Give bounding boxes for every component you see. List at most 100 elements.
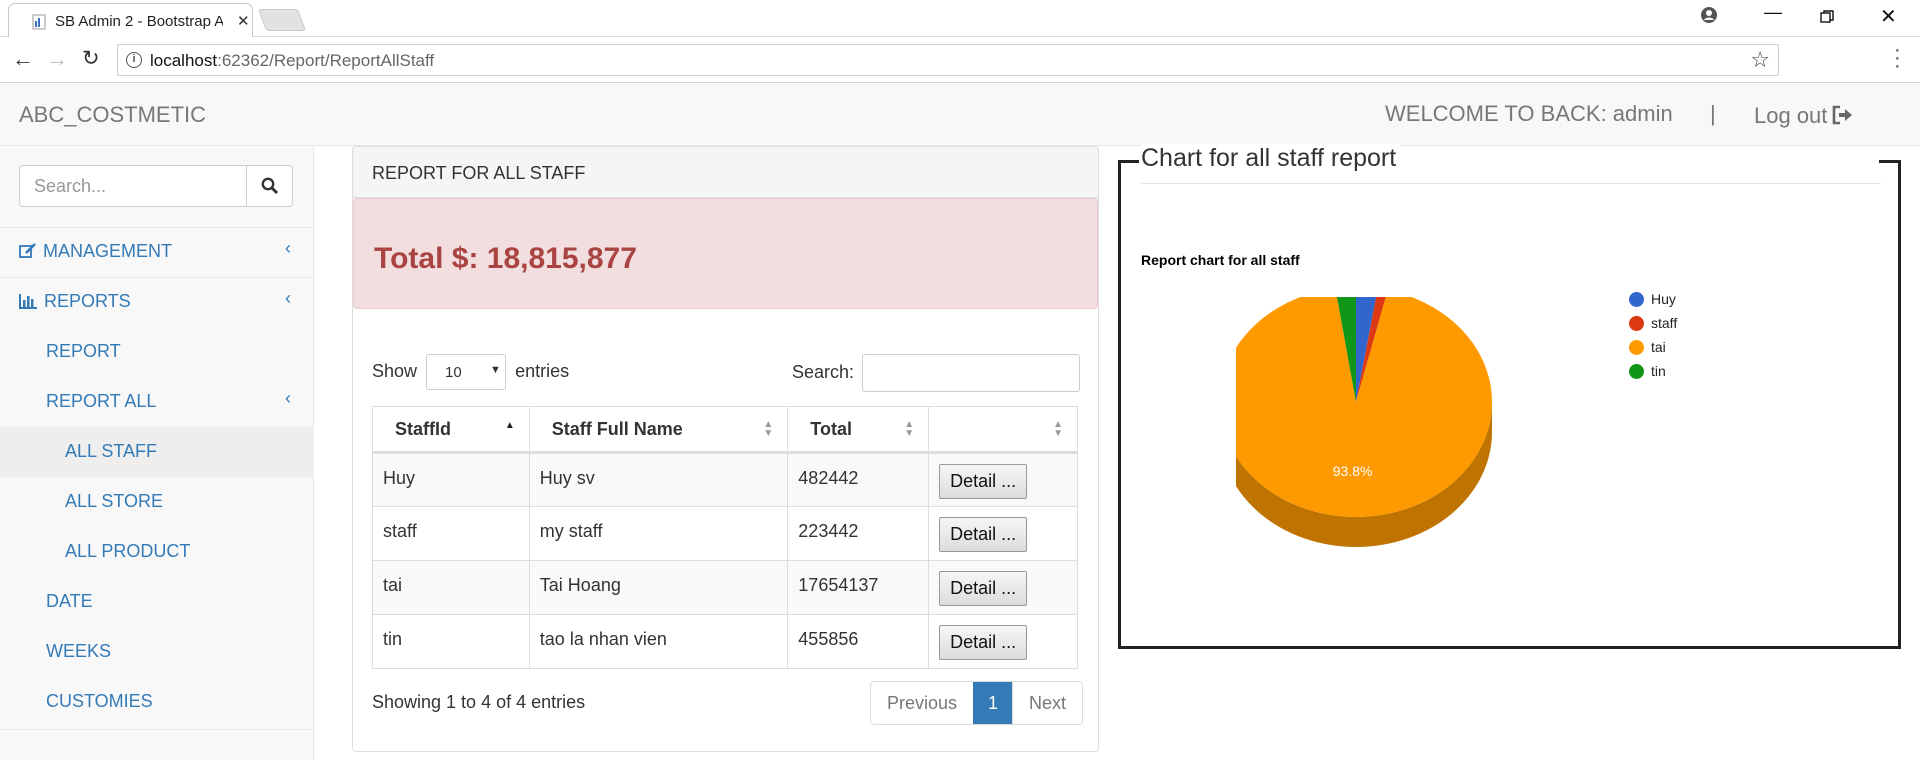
sidebar-item-report[interactable]: REPORT <box>0 327 314 377</box>
chart-section-title: Chart for all staff report <box>1141 144 1401 173</box>
chart-fieldset: Chart for all staff report Report chart … <box>1118 144 1901 649</box>
forward-icon[interactable]: → <box>46 46 68 72</box>
browser-tab-strip: SB Admin 2 - Bootstrap A ✕ — ✕ <box>0 0 1920 37</box>
entries-select[interactable]: 10 ▼ <box>426 354 507 390</box>
navbar-separator: | <box>1710 101 1716 126</box>
sidebar-item-weeks[interactable]: WEEKS <box>0 627 314 677</box>
detail-button[interactable]: Detail ... <box>939 625 1028 660</box>
legend-label: tin <box>1651 363 1666 379</box>
cell-full-name: my staff <box>528 506 789 561</box>
window-close-icon[interactable]: ✕ <box>1880 4 1897 29</box>
chevron-left-icon: ‹ <box>285 388 291 408</box>
sidebar-item-date[interactable]: DATE <box>0 577 314 627</box>
entries-select-value: 10 <box>445 364 462 381</box>
logout-link[interactable]: Log out <box>1754 103 1853 129</box>
column-header-full-name[interactable]: Staff Full Name ▲ ▼ <box>528 406 789 454</box>
sidebar-item-all-store[interactable]: ALL STORE <box>0 477 314 527</box>
detail-button[interactable]: Detail ... <box>939 517 1028 552</box>
sidebar-item-reports[interactable]: REPORTS ‹ <box>0 277 314 327</box>
sort-ascending-icon: ▲ <box>504 420 515 431</box>
browser-menu-icon[interactable]: · · · <box>1894 40 1901 76</box>
sidebar: MANAGEMENT ‹ REPORTS ‹ REPORT REPORT ALL… <box>0 146 314 760</box>
bar-chart-icon <box>19 294 37 309</box>
sidebar-item-all-staff[interactable]: ALL STAFF <box>0 427 314 477</box>
browser-tab[interactable]: SB Admin 2 - Bootstrap A ✕ <box>8 3 253 37</box>
report-panel: REPORT FOR ALL STAFF Total $: 18,815,877… <box>352 146 1099 752</box>
sidebar-item-customies[interactable]: CUSTOMIES <box>0 677 314 727</box>
profile-icon[interactable] <box>1700 6 1718 24</box>
cell-total: 17654137 <box>787 560 930 615</box>
back-icon[interactable]: ← <box>12 46 34 72</box>
sign-out-icon <box>1833 105 1853 125</box>
cell-action: Detail ... <box>928 614 1078 669</box>
column-header-total[interactable]: Total ▲ ▼ <box>787 406 930 454</box>
url-text: localhost:62362/Report/ReportAllStaff <box>150 51 435 70</box>
top-navbar: ABC_COSTMETIC WELCOME TO BACK: admin | L… <box>0 83 1920 146</box>
column-header-action[interactable]: ▲ ▼ <box>928 406 1078 454</box>
restore-icon[interactable] <box>1820 10 1834 24</box>
chart-title: Report chart for all staff <box>1141 252 1300 268</box>
total-alert: Total $: 18,815,877 <box>353 198 1098 309</box>
cell-staffid: tin <box>372 614 530 669</box>
legend-swatch <box>1629 316 1644 331</box>
detail-button[interactable]: Detail ... <box>939 571 1028 606</box>
sidebar-item-label: REPORT <box>46 341 121 361</box>
sidebar-item-label: MANAGEMENT <box>43 241 173 261</box>
url-input[interactable]: i localhost:62362/Report/ReportAllStaff … <box>117 44 1779 76</box>
cell-total: 223442 <box>787 506 930 561</box>
sidebar-item-report-all[interactable]: REPORT ALL ‹ <box>0 377 314 427</box>
sort-icon: ▲ ▼ <box>763 419 774 439</box>
cell-staffid: Huy <box>372 452 530 507</box>
cell-staffid: staff <box>372 506 530 561</box>
sidebar-item-label: ALL STAFF <box>65 441 158 461</box>
entries-label: entries <box>515 360 570 381</box>
sidebar-item-label: REPORTS <box>44 291 131 311</box>
pagination-previous[interactable]: Previous <box>871 682 973 724</box>
sidebar-item-label: ALL STORE <box>65 491 164 511</box>
sidebar-item-label: ALL PRODUCT <box>65 541 191 561</box>
column-header-staffid[interactable]: StaffId ▲ <box>372 406 530 454</box>
sidebar-search-input[interactable] <box>19 165 247 207</box>
sidebar-search-button[interactable] <box>246 165 293 207</box>
sidebar-item-label: CUSTOMIES <box>46 691 153 711</box>
panel-title: REPORT FOR ALL STAFF <box>372 163 586 183</box>
legend-swatch <box>1629 292 1644 307</box>
panel-heading: REPORT FOR ALL STAFF <box>353 147 1098 198</box>
detail-button[interactable]: Detail ... <box>939 464 1028 499</box>
fieldset-border <box>1118 160 1139 163</box>
tab-close-icon[interactable]: ✕ <box>237 12 250 30</box>
table-row: tai Tai Hoang 17654137 Detail ... <box>372 560 1078 615</box>
welcome-text: WELCOME TO BACK: admin <box>1385 101 1673 126</box>
dropdown-arrow-icon: ▼ <box>490 364 501 376</box>
table-search-input[interactable] <box>862 354 1080 392</box>
new-tab-button[interactable] <box>257 9 307 31</box>
sidebar-search <box>19 165 293 207</box>
legend-label: staff <box>1651 315 1678 331</box>
total-amount: Total $: 18,815,877 <box>374 242 637 275</box>
cell-staffid: tai <box>372 560 530 615</box>
table-search-label: Search: <box>792 362 855 382</box>
chevron-left-icon: ‹ <box>285 238 291 258</box>
brand-link[interactable]: ABC_COSTMETIC <box>19 102 206 128</box>
table-row: tin tao la nhan vien 455856 Detail ... <box>372 614 1078 669</box>
fieldset-border <box>1879 160 1901 163</box>
sort-icon: ▲ ▼ <box>904 419 915 439</box>
reload-icon[interactable]: ↻ <box>82 46 100 71</box>
pagination-next[interactable]: Next <box>1012 682 1082 724</box>
site-info-icon[interactable]: i <box>126 52 142 68</box>
legend-swatch <box>1629 364 1644 379</box>
legend-label: Huy <box>1651 291 1676 307</box>
cell-action: Detail ... <box>928 452 1078 507</box>
pie-chart: 93.8% <box>1236 297 1492 547</box>
sidebar-item-all-product[interactable]: ALL PRODUCT <box>0 527 314 577</box>
cell-full-name: Tai Hoang <box>528 560 789 615</box>
minimize-icon[interactable]: — <box>1764 2 1782 23</box>
cell-total: 455856 <box>787 614 930 669</box>
pie-slice-label: 93.8% <box>1333 463 1373 479</box>
bookmark-star-icon[interactable]: ☆ <box>1750 47 1770 73</box>
table-header-row: StaffId ▲ Staff Full Name ▲ ▼ Total ▲ ▼ ▲ ▼ <box>372 406 1078 454</box>
pagination-page-1[interactable]: 1 <box>973 682 1013 724</box>
cell-full-name: Huy sv <box>528 452 789 507</box>
sidebar-item-management[interactable]: MANAGEMENT ‹ <box>0 227 314 277</box>
sidebar-item-label: REPORT ALL <box>46 391 157 411</box>
